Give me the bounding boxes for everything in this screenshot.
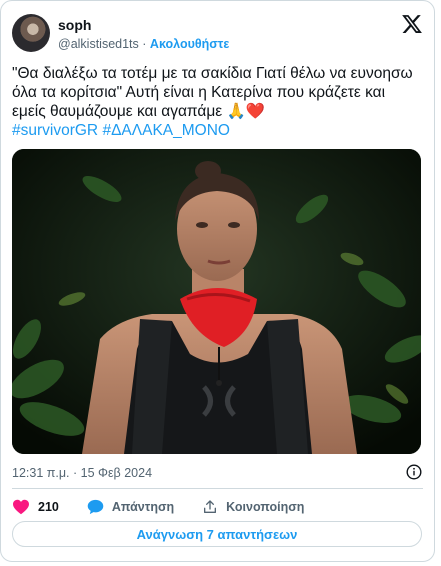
hashtag-survivorgr[interactable]: #survivorGR bbox=[12, 122, 98, 139]
info-icon[interactable] bbox=[406, 464, 422, 480]
tweet-emojis: 🙏❤️ bbox=[226, 103, 266, 120]
hashtag-dalaka-mono[interactable]: #ΔΑΛΑΚΑ_ΜΟΝΟ bbox=[102, 122, 230, 139]
like-count: 210 bbox=[38, 500, 59, 514]
avatar[interactable] bbox=[12, 14, 50, 52]
tweet-timestamp[interactable]: 12:31 π.μ. · 15 Φεβ 2024 bbox=[12, 466, 152, 480]
divider bbox=[12, 488, 423, 489]
share-upload-icon bbox=[204, 500, 217, 513]
contestant-photo-illustration bbox=[12, 149, 421, 454]
reply-label: Απάντηση bbox=[111, 500, 175, 514]
follow-button[interactable]: Ακολουθήστε bbox=[150, 37, 229, 51]
handle-separator: · bbox=[142, 37, 147, 51]
reply-button[interactable]: Απάντηση bbox=[87, 499, 174, 515]
tweet-body: "Θα διαλέξω τα τοτέμ με τα σακίδια Γιατί… bbox=[12, 65, 413, 120]
author-handle[interactable]: @alkistised1ts bbox=[58, 37, 139, 51]
action-bar: 210 Απάντηση Κοινοποίηση bbox=[12, 497, 332, 517]
share-button[interactable]: Κοινοποίηση bbox=[202, 499, 304, 515]
author-handle-row: @alkistised1ts · Ακολουθήστε bbox=[58, 37, 229, 51]
heart-icon bbox=[13, 499, 29, 515]
tweet-card: soph @alkistised1ts · Ακολουθήστε "Θα δι… bbox=[0, 0, 435, 562]
tweet-text: "Θα διαλέξω τα τοτέμ με τα σακίδια Γιατί… bbox=[12, 64, 422, 140]
share-label: Κοινοποίηση bbox=[226, 500, 305, 514]
x-logo-icon[interactable] bbox=[401, 13, 423, 35]
tweet-photo[interactable] bbox=[12, 149, 421, 454]
read-replies-button[interactable]: Ανάγνωση 7 απαντήσεων bbox=[12, 521, 422, 547]
author-display-name[interactable]: soph bbox=[58, 17, 91, 33]
like-button[interactable]: 210 bbox=[12, 499, 59, 515]
speech-bubble-icon bbox=[87, 499, 104, 515]
